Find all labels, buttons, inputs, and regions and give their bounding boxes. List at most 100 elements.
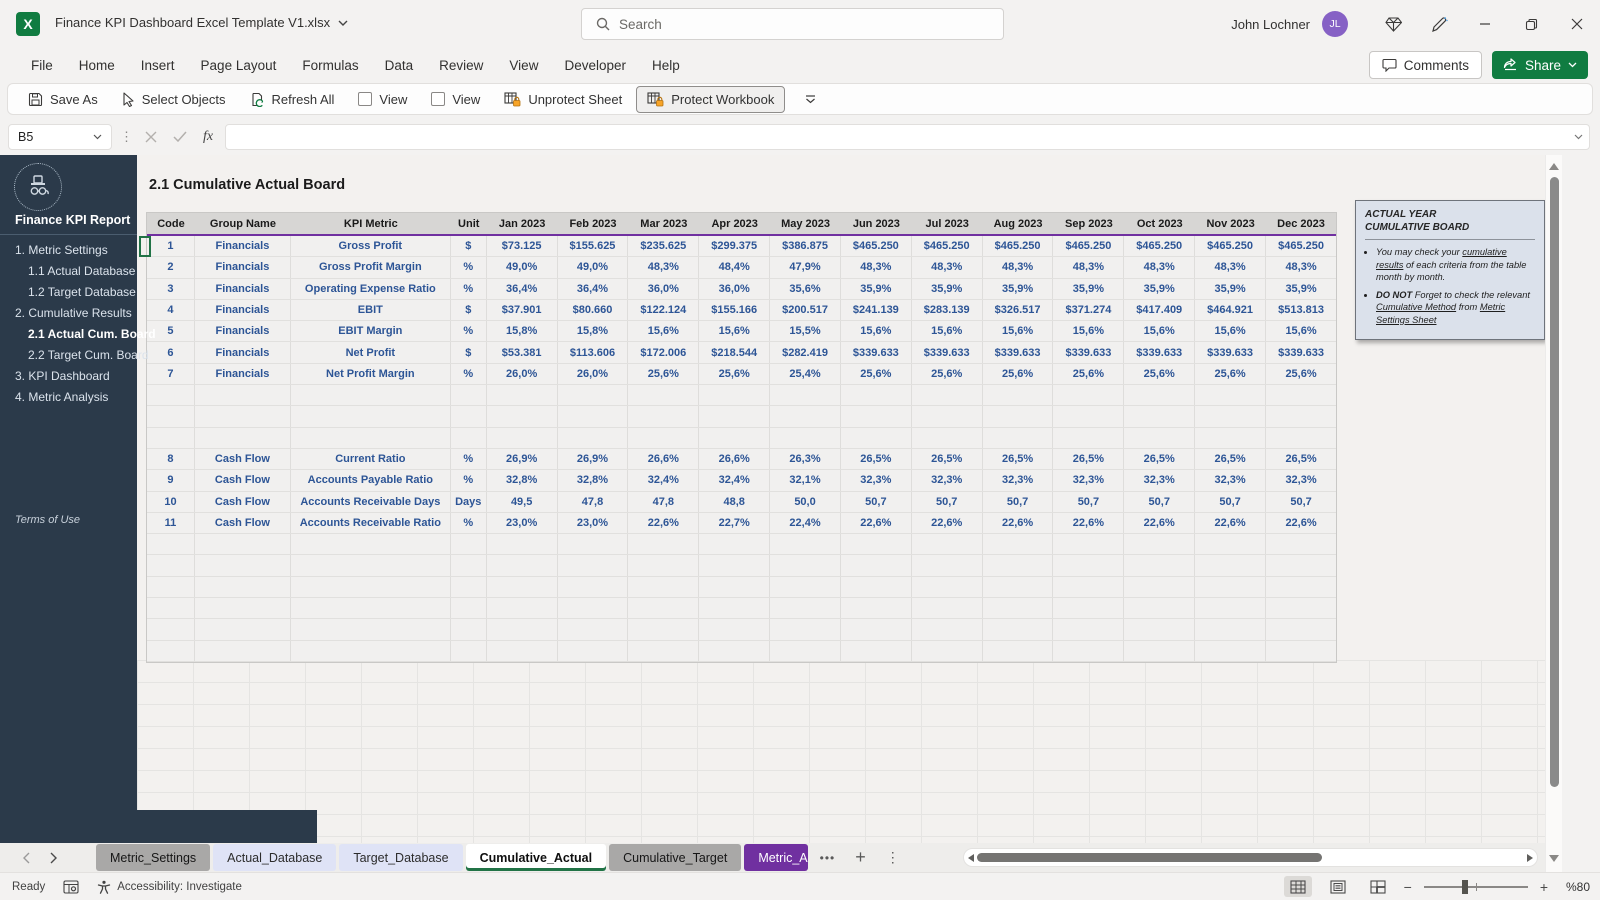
cell[interactable]: 50,7 (912, 491, 983, 512)
cell[interactable] (147, 619, 195, 640)
sheet-menu-icon[interactable]: ⋮ (886, 849, 900, 866)
cell[interactable]: EBIT (291, 299, 451, 321)
column-header[interactable]: Mar 2023 (628, 213, 699, 234)
cell[interactable] (628, 576, 700, 598)
cell[interactable]: $339.633 (983, 342, 1054, 363)
cell[interactable]: 2 (147, 257, 195, 278)
cell[interactable] (1124, 406, 1196, 427)
cell[interactable] (195, 576, 291, 598)
menu-help[interactable]: Help (639, 58, 693, 73)
zoom-out-icon[interactable]: − (1404, 879, 1412, 895)
cell[interactable]: 35,9% (1266, 279, 1336, 299)
cell[interactable]: 35,9% (1124, 278, 1196, 299)
cell[interactable] (1266, 619, 1336, 639)
cell[interactable] (912, 427, 983, 448)
more-commands-icon[interactable] (795, 86, 826, 113)
next-sheet-icon[interactable] (50, 852, 58, 864)
cell[interactable]: 6 (147, 342, 195, 363)
cell[interactable]: 9 (147, 470, 195, 491)
premium-diamond-icon[interactable] (1370, 0, 1416, 48)
sheet-tab-cumulative_actual[interactable]: Cumulative_Actual (465, 844, 607, 871)
cell[interactable] (291, 534, 451, 555)
cell[interactable] (195, 555, 291, 576)
cell[interactable]: 26,6% (699, 448, 771, 470)
cell[interactable]: $53.381 (487, 342, 558, 363)
cell[interactable] (558, 576, 629, 598)
cell[interactable] (1124, 576, 1196, 598)
cell[interactable]: 26,5% (841, 448, 912, 470)
cell[interactable]: $371.274 (1053, 299, 1125, 321)
view-checkbox-2[interactable]: View (421, 86, 490, 113)
cell[interactable]: 35,6% (770, 278, 841, 299)
cell[interactable] (147, 598, 195, 619)
cell[interactable] (699, 427, 771, 448)
cell[interactable]: Net Profit Margin (291, 363, 451, 385)
cell[interactable]: 26,3% (770, 448, 841, 470)
cell[interactable] (1195, 427, 1267, 448)
cell[interactable] (1195, 619, 1267, 640)
cell[interactable]: 11 (147, 512, 195, 534)
cell[interactable]: 10 (147, 491, 195, 512)
sidebar-item-2-cumulative-results[interactable]: 2. Cumulative Results (0, 302, 137, 323)
menu-developer[interactable]: Developer (551, 58, 639, 73)
cell[interactable] (147, 640, 195, 661)
sheet-tab-target_database[interactable]: Target_Database (339, 844, 463, 871)
cell[interactable]: $465.250 (1266, 236, 1336, 256)
cell[interactable]: $ (451, 299, 487, 321)
cell[interactable]: 32,3% (1053, 470, 1125, 491)
cell[interactable]: 25,6% (841, 363, 912, 385)
cell[interactable] (841, 555, 912, 576)
column-header[interactable]: Group Name (195, 213, 291, 234)
sidebar-item-4-metric-analysis[interactable]: 4. Metric Analysis (0, 386, 137, 407)
cell[interactable] (699, 576, 771, 598)
cell[interactable]: 22,6% (628, 512, 700, 534)
cell[interactable]: 50,7 (1266, 492, 1336, 512)
cell[interactable] (841, 640, 912, 661)
cell[interactable]: 32,3% (841, 470, 912, 491)
cell[interactable]: 48,3% (912, 257, 983, 278)
cell[interactable]: 15,6% (1124, 321, 1196, 342)
view-page-break-icon[interactable] (1364, 876, 1392, 897)
cell[interactable]: $283.139 (912, 299, 983, 321)
cell[interactable]: 22,6% (1195, 512, 1267, 534)
cell[interactable] (558, 406, 629, 427)
sidebar-item-2-2-target-cum-board[interactable]: 2.2 Target Cum. Board (0, 344, 149, 365)
cell[interactable] (1053, 427, 1125, 448)
menu-data[interactable]: Data (372, 58, 427, 73)
column-header[interactable]: Nov 2023 (1195, 213, 1266, 234)
cell[interactable] (1124, 427, 1196, 448)
cell[interactable]: 32,1% (770, 470, 841, 491)
cell[interactable]: Days (451, 491, 487, 512)
cell[interactable]: 23,0% (558, 512, 629, 534)
cell[interactable] (147, 534, 195, 555)
cell[interactable]: 26,0% (558, 363, 629, 385)
cell[interactable] (1266, 641, 1336, 661)
cell[interactable]: 22,6% (912, 512, 983, 534)
cell[interactable] (699, 534, 771, 555)
cell[interactable]: $155.625 (558, 236, 629, 257)
cell[interactable]: $37.901 (487, 299, 558, 321)
cell[interactable]: $122.124 (628, 299, 700, 321)
cell[interactable]: 35,9% (983, 278, 1054, 299)
view-checkbox-1[interactable]: View (348, 86, 417, 113)
cell[interactable] (1195, 555, 1267, 576)
select-objects-button[interactable]: Select Objects (112, 86, 236, 113)
cell[interactable]: 26,5% (1053, 448, 1125, 470)
cell[interactable]: Accounts Receivable Ratio (291, 512, 451, 534)
cell[interactable]: Gross Profit (291, 236, 451, 257)
cell[interactable]: 47,9% (770, 257, 841, 278)
sheet-tab-metric_settings[interactable]: Metric_Settings (96, 844, 211, 871)
cell[interactable] (1195, 406, 1267, 427)
cell[interactable]: $513.813 (1266, 300, 1336, 320)
name-box-handle[interactable]: ⋮ (120, 129, 133, 145)
cell[interactable]: $ (451, 342, 487, 363)
scroll-down-icon[interactable] (1549, 855, 1559, 862)
cell[interactable]: 48,3% (1124, 257, 1196, 278)
cell[interactable] (983, 406, 1054, 427)
restore-icon[interactable] (1508, 0, 1554, 48)
cell[interactable] (628, 598, 700, 619)
cell[interactable]: 26,5% (1195, 448, 1267, 470)
cell[interactable]: 22,6% (1266, 513, 1336, 533)
cell[interactable] (147, 406, 195, 427)
cell[interactable]: $465.250 (1195, 236, 1267, 257)
